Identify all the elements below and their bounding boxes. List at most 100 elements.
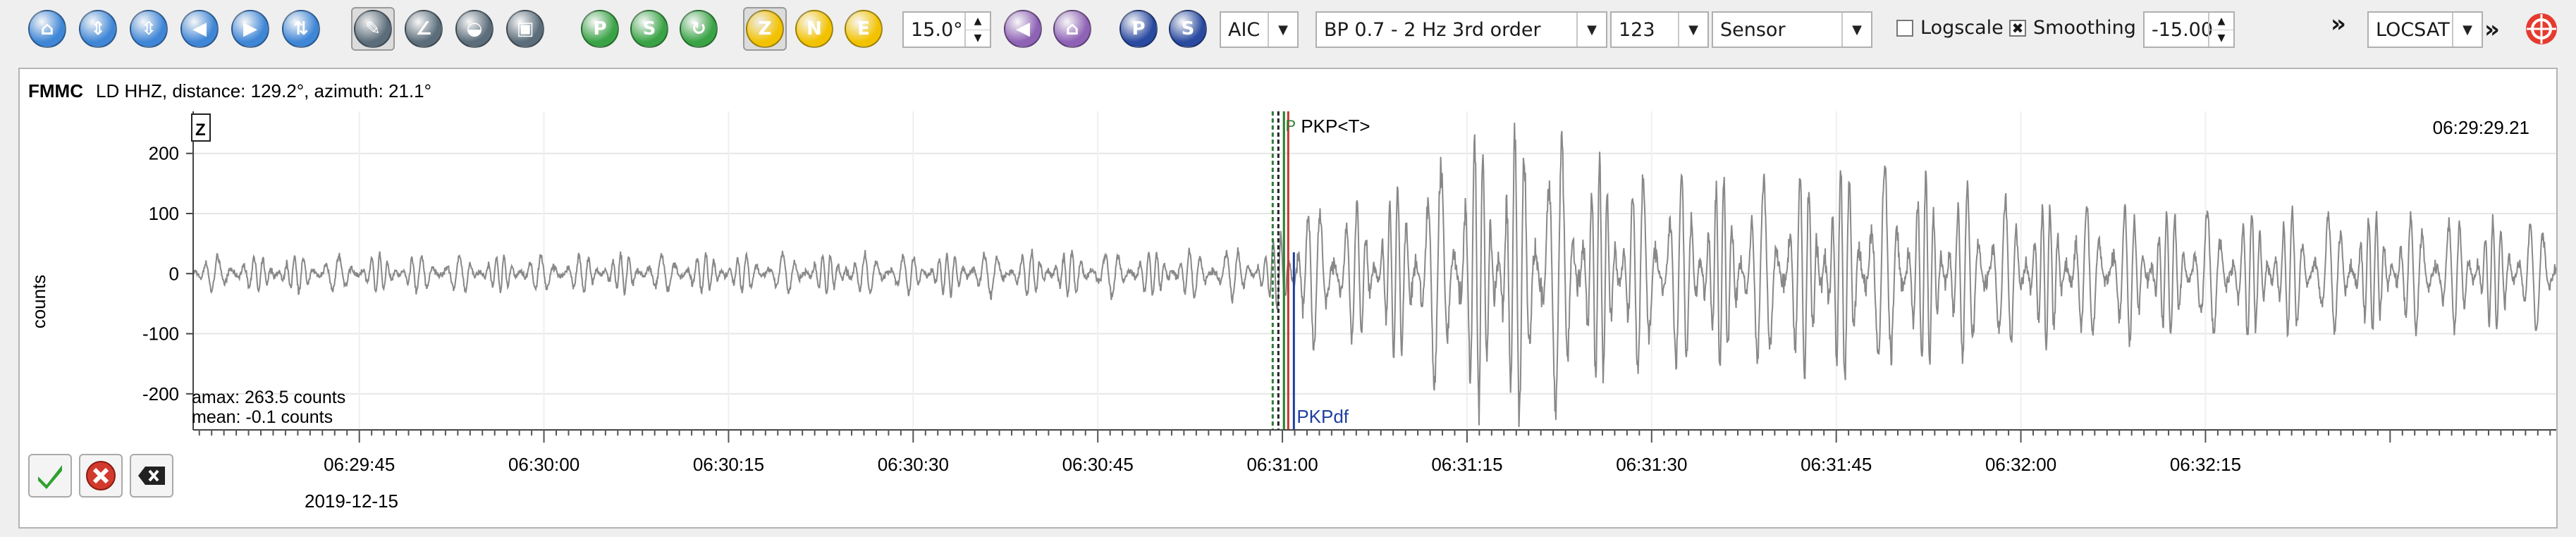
end-time-label: 06:29:29.21 [2433,117,2529,138]
pick-label-bottom[interactable]: PKPdf [1296,406,1349,427]
locate-button[interactable] [2520,7,2563,51]
x-tick-label: 06:30:45 [1062,454,1134,475]
x-tick-label: 06:30:15 [693,454,764,475]
checkbox-checked-icon[interactable]: ✖ [2009,19,2026,37]
theoretical-icon: ⌂ [1053,10,1091,48]
refresh-button[interactable]: ↻ [677,7,720,51]
measure-angle-icon: ∠ [405,10,443,48]
component-z-button[interactable]: Z [743,7,787,51]
component-n-icon: N [795,10,833,48]
home-button[interactable]: ⌂ [25,7,69,51]
spin-arrows[interactable]: ▲ ▼ [2208,13,2233,47]
chevron-down-icon[interactable]: ▼ [1841,13,1871,47]
component-z-icon: Z [746,10,784,48]
picker-method-combo-value: AIC [1228,18,1261,41]
component-n-button[interactable]: N [792,7,836,51]
scroll-right-icon: ▶ [231,10,269,48]
spin-up-icon[interactable]: ▲ [2209,13,2233,30]
phase-marker-icon: ◀ [1004,10,1042,48]
clear-icon [138,467,165,485]
refresh-icon: ↻ [680,10,718,48]
x-tick-label: 06:31:45 [1801,454,1872,475]
clear-pick-button[interactable] [130,454,173,498]
rotation-value: 15.0° [911,18,963,41]
filter-order-combo-value: 123 [1619,18,1655,41]
picker-toolbar: ⌂ ⇕ ⇳ ◀ ▶ ⇅ ✎ ∠ ◒ ▣ P S ↻ Z N E 15.0° ▲ ▼ ◀ ⌂ P S AIC ▼ BP 0.7 - … [0,0,2576,59]
chevron-down-icon[interactable]: ▼ [2452,13,2482,47]
chevron-down-icon[interactable]: ▼ [1576,13,1606,47]
component-badge: Z [191,113,211,142]
logscale-checkbox[interactable]: Logscale [1896,17,2004,39]
locator-overflow-icon[interactable]: » [2484,16,2500,44]
accept-button[interactable] [28,454,72,498]
trace-panel: 200 100 0 -100 -200 06:29:45 06:30:00 06:30:15 0… [18,68,2558,529]
y-tick-label: 200 [149,143,179,164]
y-tick-label: 100 [149,203,179,224]
phase-marker-button[interactable]: ◀ [1001,7,1045,51]
locator-combo-value: LOCSAT [2376,18,2450,41]
save-icon: ▣ [506,10,544,48]
filter-order-combo[interactable]: 123 ▼ [1610,11,1709,48]
logscale-label: Logscale [1920,17,2004,39]
chevron-down-icon[interactable]: ▼ [1678,13,1707,47]
locator-combo[interactable]: LOCSAT ▼ [2367,11,2483,48]
phase-p-icon: P [1120,10,1158,48]
rotation-spinbox[interactable]: 15.0° ▲ ▼ [902,11,991,48]
pick-label-top[interactable]: PKP<T> [1301,116,1370,137]
spin-up-icon[interactable]: ▲ [966,13,990,30]
home-icon: ⌂ [28,10,66,48]
x-tick-label: 06:31:30 [1616,454,1687,475]
pick-p-icon: P [581,10,619,48]
x-tick-label: 06:29:45 [324,454,395,475]
seismogram-chart[interactable]: 200 100 0 -100 -200 06:29:45 06:30:00 06:30:15 0… [20,69,2556,527]
filter-combo-value: BP 0.7 - 2 Hz 3rd order [1324,18,1541,41]
pick-tool-button[interactable]: ✎ [351,7,395,51]
x-tick-label: 06:30:00 [508,454,579,475]
target-icon [2526,13,2557,44]
smoothing-label: Smoothing [2033,17,2136,39]
pick-s-button[interactable]: S [627,7,671,51]
zoom-out-button[interactable]: ⇳ [127,7,171,51]
chevron-down-icon[interactable]: ▼ [1268,13,1297,47]
amax-label: amax: 263.5 counts [192,388,345,407]
scroll-left-button[interactable]: ◀ [178,7,221,51]
toolbar-overflow-icon[interactable]: » [2331,10,2346,38]
theoretical-button[interactable]: ⌂ [1050,7,1094,51]
y-axis-label: counts [28,275,49,329]
zoom-in-icon: ⇕ [79,10,117,48]
station-code: FMMC [28,80,83,101]
mean-label: mean: -0.1 counts [192,407,333,427]
expand-vertical-button[interactable]: ⇅ [279,7,323,51]
save-button[interactable]: ▣ [503,7,547,51]
x-tick-label: 06:32:00 [1985,454,2056,475]
unit-mode-combo[interactable]: Sensor ▼ [1712,11,1872,48]
reject-icon [86,461,116,490]
amplitude-value: -15.00 [2152,18,2214,41]
pick-tool-icon: ✎ [354,10,392,48]
x-tick-label: 06:30:30 [878,454,949,475]
scroll-left-icon: ◀ [180,10,219,48]
spin-down-icon[interactable]: ▼ [966,29,990,47]
waveform-trace [192,123,2556,427]
y-tick-label: -200 [142,383,179,405]
spin-arrows[interactable]: ▲ ▼ [964,13,990,47]
measure-angle-button[interactable]: ∠ [402,7,446,51]
zoom-in-button[interactable]: ⇕ [76,7,120,51]
phase-p-button[interactable]: P [1117,7,1160,51]
pick-p-button[interactable]: P [578,7,622,51]
x-tick-label: 06:31:15 [1431,454,1502,475]
component-e-button[interactable]: E [842,7,885,51]
component-e-icon: E [845,10,883,48]
checkbox-icon[interactable] [1896,19,1913,37]
reject-button[interactable] [79,454,123,498]
filter-combo[interactable]: BP 0.7 - 2 Hz 3rd order ▼ [1315,11,1607,48]
spin-down-icon[interactable]: ▼ [2209,29,2233,47]
picker-method-combo[interactable]: AIC ▼ [1220,11,1299,48]
smoothing-checkbox[interactable]: ✖ Smoothing [2009,17,2136,39]
amplitude-spinbox[interactable]: -15.00 ▲ ▼ [2143,11,2235,48]
checkmark-icon [38,465,62,489]
scroll-right-button[interactable]: ▶ [228,7,272,51]
x-tick-label: 06:31:00 [1246,454,1318,475]
phase-s-button[interactable]: S [1166,7,1210,51]
spectrum-button[interactable]: ◒ [453,7,496,51]
